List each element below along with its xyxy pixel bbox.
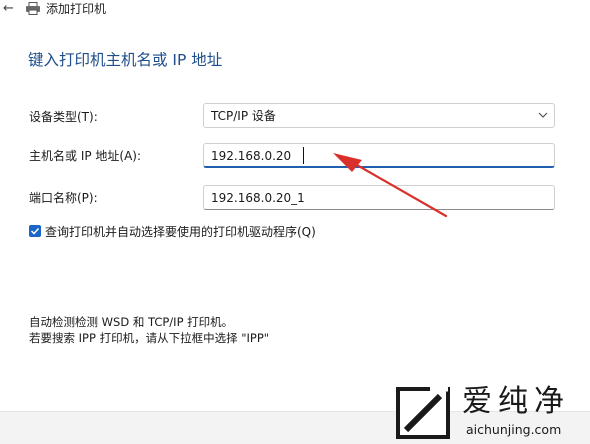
printer-icon xyxy=(26,2,40,15)
watermark-logo-icon xyxy=(396,386,450,439)
page-heading: 键入打印机主机名或 IP 地址 xyxy=(28,51,223,69)
title-bar: ← 添加打印机 xyxy=(0,0,590,20)
query-printer-label[interactable]: 查询打印机并自动选择要使用的打印机驱动程序(Q) xyxy=(45,224,316,240)
host-label: 主机名或 IP 地址(A): xyxy=(29,149,142,163)
back-arrow-icon[interactable]: ← xyxy=(3,0,14,18)
chevron-down-icon xyxy=(538,112,548,118)
device-type-select[interactable]: TCP/IP 设备 xyxy=(203,103,555,128)
host-address-input[interactable]: 192.168.0.20 xyxy=(203,143,555,168)
query-printer-checkbox[interactable] xyxy=(29,225,41,237)
host-address-value: 192.168.0.20 xyxy=(211,149,292,163)
port-name-label: 端口名称(P): xyxy=(29,191,98,205)
watermark-name: 爱纯净 xyxy=(462,384,570,419)
text-caret xyxy=(303,147,304,164)
watermark-url: aichunjing.com xyxy=(466,422,562,437)
window-title: 添加打印机 xyxy=(46,2,107,16)
device-type-label: 设备类型(T): xyxy=(29,110,98,124)
device-type-value: TCP/IP 设备 xyxy=(211,109,276,123)
port-name-input[interactable]: 192.168.0.20_1 xyxy=(203,185,555,210)
info-text-ipp: 若要搜索 IPP 打印机，请从下拉框中选择 "IPP" xyxy=(29,331,270,345)
info-text-wsd: 自动检测检测 WSD 和 TCP/IP 打印机。 xyxy=(29,315,234,329)
port-name-value: 192.168.0.20_1 xyxy=(211,191,305,205)
checkmark-icon xyxy=(30,227,40,235)
watermark: 爱纯净 aichunjing.com xyxy=(388,382,590,443)
